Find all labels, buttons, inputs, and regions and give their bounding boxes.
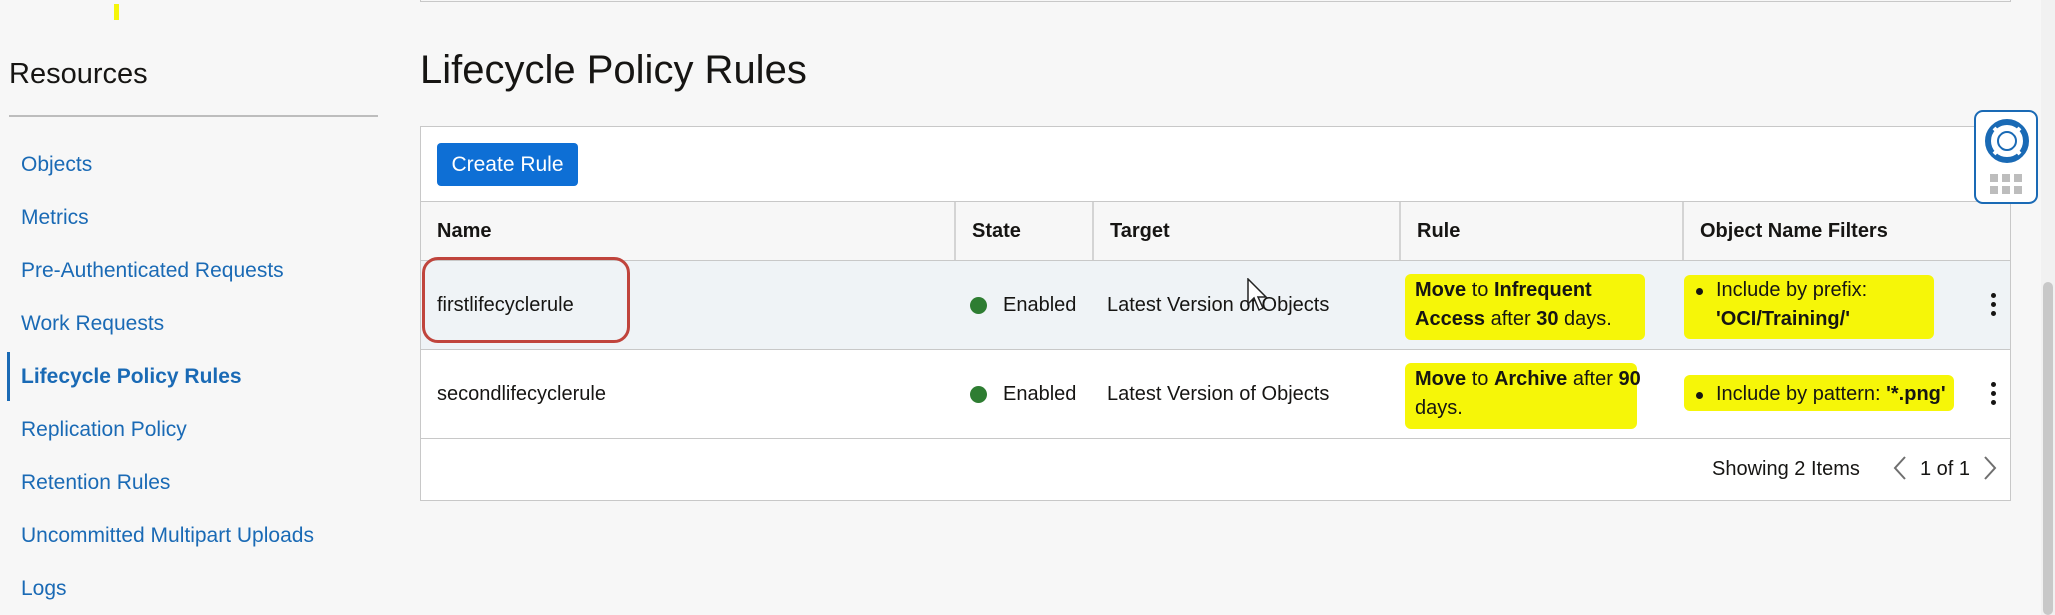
rule-to: to [1471, 368, 1489, 390]
help-lifebuoy-icon [1985, 119, 2029, 163]
filter-value: 'OCI/Training/' [1716, 308, 1850, 330]
filter-text: Include by prefix: 'OCI/Training/' [1696, 276, 1966, 334]
resources-nav: Objects Metrics Pre-Authenticated Reques… [0, 138, 380, 615]
rule-days: days. [1564, 308, 1612, 330]
kebab-menu-icon[interactable] [1990, 382, 1996, 405]
rules-panel: Create Rule Name State Target Rule Objec… [420, 126, 2011, 501]
top-panel-edge [420, 0, 2011, 2]
target-text: Latest Version of Objects [1107, 293, 1330, 316]
rule-tier: Archive [1493, 368, 1568, 390]
scrollbar-thumb[interactable] [2043, 282, 2053, 615]
sidebar-item-retention-rules[interactable]: Retention Rules [0, 456, 380, 509]
status-dot-icon [970, 385, 987, 403]
rule-after: after [1572, 368, 1613, 390]
help-widget[interactable] [1974, 110, 2038, 204]
apps-grid-icon [1990, 174, 2026, 194]
bullet [1696, 288, 1703, 295]
resources-sidebar: Resources Objects Metrics Pre-Authentica… [0, 0, 380, 615]
rule-text: Move to Infrequent Access after 30 days. [1415, 276, 1655, 334]
divider [9, 115, 378, 117]
table-header: Name State Target Rule Object Name Filte… [421, 201, 2010, 261]
mouse-cursor-icon [1247, 278, 1268, 312]
kebab-menu-icon[interactable] [1990, 293, 1996, 316]
page-indicator: 1 of 1 [1920, 458, 1971, 480]
rule-days-num: 30 [1536, 308, 1559, 330]
rule-move: Move [1415, 368, 1467, 390]
chevron-right-icon[interactable] [1983, 455, 1997, 481]
rule-cell: Move to Infrequent Access after 30 days. [1405, 261, 1655, 349]
rule-cell: Move to Archive after 90 days. [1405, 350, 1655, 438]
chevron-left-icon[interactable] [1893, 455, 1907, 481]
item-count: Showing 2 Items [1712, 458, 1860, 480]
filter-cell: Include by prefix: 'OCI/Training/' [1684, 261, 1966, 349]
column-header-name[interactable]: Name [421, 202, 954, 260]
filter-label: Include by prefix: [1716, 279, 1868, 301]
rule-move: Move [1415, 279, 1467, 301]
column-header-object-name-filters[interactable]: Object Name Filters [1682, 202, 2010, 260]
sidebar-item-lifecycle-policy-rules[interactable]: Lifecycle Policy Rules [0, 350, 380, 403]
rule-name[interactable]: secondlifecyclerule [437, 350, 606, 438]
rule-to: to [1471, 279, 1489, 301]
sidebar-item-uncommitted-multipart-uploads[interactable]: Uncommitted Multipart Uploads [0, 509, 380, 562]
state-cell: Enabled [970, 350, 1076, 438]
sidebar-item-objects[interactable]: Objects [0, 138, 380, 191]
sidebar-item-work-requests[interactable]: Work Requests [0, 297, 380, 350]
resources-title: Resources [9, 58, 148, 90]
page-title: Lifecycle Policy Rules [420, 48, 807, 92]
bullet [1696, 391, 1703, 399]
rule-days-num: 90 [1618, 368, 1641, 390]
create-rule-button[interactable]: Create Rule [437, 143, 578, 186]
rule-days: days. [1415, 397, 1463, 419]
sidebar-item-logs[interactable]: Logs [0, 562, 380, 615]
column-header-rule[interactable]: Rule [1399, 202, 1682, 260]
sidebar-item-replication-policy[interactable]: Replication Policy [0, 403, 380, 456]
rule-name[interactable]: firstlifecyclerule [437, 261, 574, 349]
rule-after: after [1490, 308, 1531, 330]
table-row: secondlifecyclerule Enabled Latest Versi… [421, 350, 2010, 439]
sidebar-item-pre-authenticated-requests[interactable]: Pre-Authenticated Requests [0, 244, 380, 297]
column-header-state[interactable]: State [954, 202, 1092, 260]
rule-text: Move to Archive after 90 days. [1415, 365, 1655, 423]
target-text: Latest Version of Objects [1107, 382, 1330, 405]
filter-label: Include by pattern: [1716, 382, 1881, 405]
column-header-target[interactable]: Target [1092, 202, 1399, 260]
table-row: firstlifecyclerule Enabled Latest Versio… [421, 261, 2010, 350]
table-footer: Showing 2 Items 1 of 1 [421, 440, 2010, 500]
filter-text: Include by pattern: '*.png' [1696, 380, 1946, 409]
filter-cell: Include by pattern: '*.png' [1684, 350, 1986, 438]
filter-value: '*.png' [1886, 382, 1946, 405]
state-cell: Enabled [970, 261, 1076, 349]
status-dot-icon [970, 296, 987, 314]
state-text: Enabled [1003, 293, 1077, 316]
sidebar-item-metrics[interactable]: Metrics [0, 191, 380, 244]
state-text: Enabled [1003, 382, 1077, 405]
